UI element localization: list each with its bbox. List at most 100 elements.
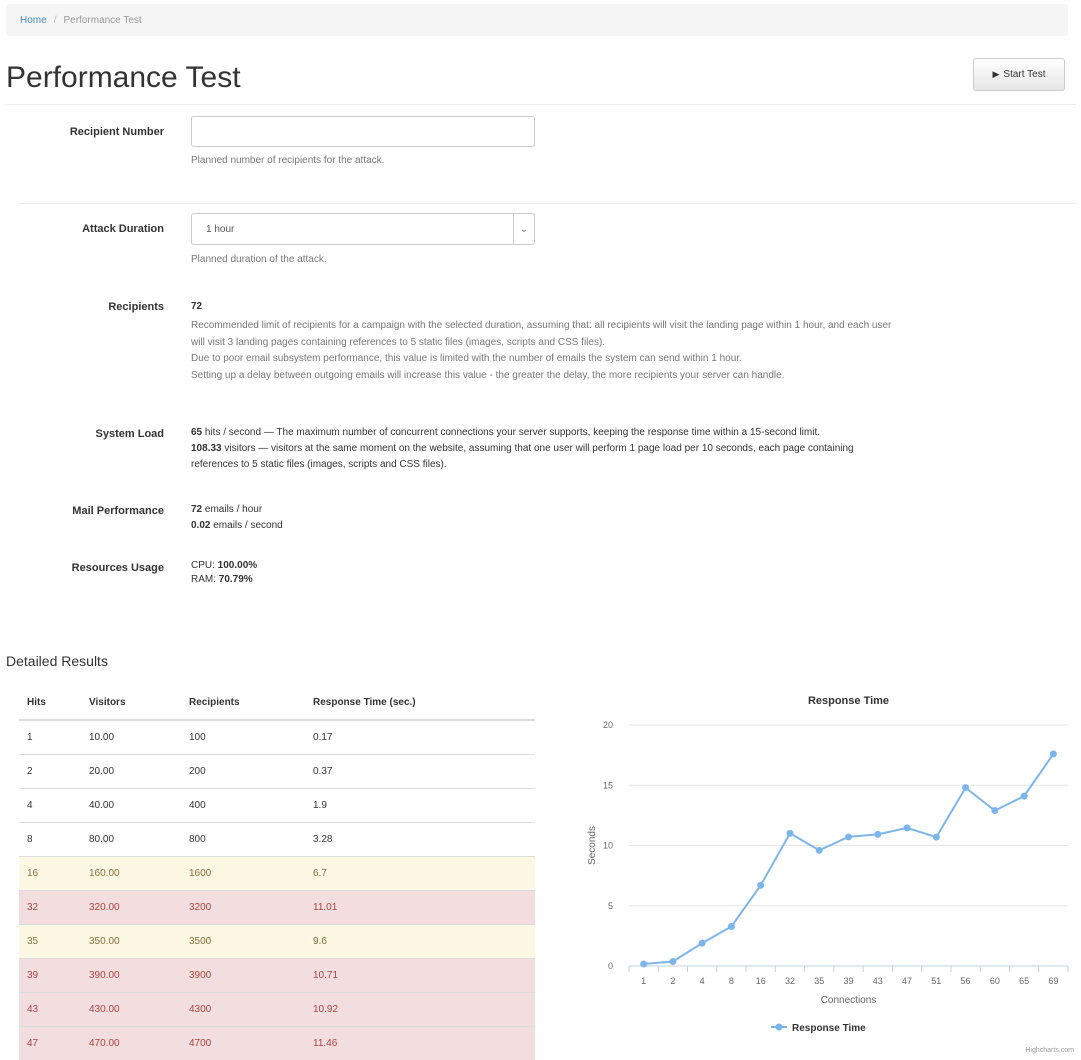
data-point: [962, 784, 970, 792]
mail-performance-label: Mail Performance: [72, 505, 164, 517]
attack-duration-label: Attack Duration: [82, 223, 164, 235]
x-axis-label: Connections: [821, 995, 877, 1006]
data-point: [874, 830, 882, 838]
table-cell: 32: [19, 889, 81, 924]
attack-duration-value: 1 hour: [206, 223, 235, 235]
table-cell: 80.00: [81, 821, 181, 856]
y-tick-label: 0: [608, 961, 613, 971]
table-cell: 470.00: [81, 1025, 181, 1060]
data-point: [845, 833, 852, 841]
mail-performance-value: 72 emails / hour 0.02 emails / second: [191, 502, 283, 534]
table-cell: 20.00: [81, 753, 181, 788]
system-load-value: 65 hits / second — The maximum number of…: [191, 425, 1071, 473]
x-tick-label: 32: [785, 976, 795, 986]
x-tick-label: 8: [729, 976, 734, 986]
x-tick-label: 47: [902, 976, 912, 986]
ram-usage: RAM: 70.79%: [191, 574, 253, 585]
legend-swatch-marker: [775, 1023, 783, 1031]
table-header-row: Hits Visitors Recipients Response Time (…: [19, 686, 535, 721]
table-cell: 4300: [181, 991, 305, 1026]
table-cell: 6.7: [305, 855, 535, 890]
table-cell: 10.00: [81, 719, 181, 754]
data-point: [640, 960, 648, 968]
table-cell: 0.37: [305, 753, 535, 788]
table-cell: 2: [19, 753, 81, 788]
y-tick-label: 20: [603, 720, 613, 730]
resources-usage-value: CPU: 100.00% RAM: 70.79%: [191, 559, 257, 587]
table-row: 1 10.00 100 0.17: [19, 719, 535, 754]
x-tick-label: 51: [931, 976, 941, 986]
table-cell: 35: [19, 923, 81, 958]
table-cell: 10.92: [305, 991, 535, 1026]
column-header: Recipients: [181, 686, 305, 721]
start-test-button[interactable]: ▶ Start Test: [973, 58, 1065, 91]
resources-usage-label: Resources Usage: [71, 562, 164, 574]
x-tick-label: 4: [700, 976, 705, 986]
chart-title: Response Time: [808, 695, 889, 707]
table-cell: 3500: [181, 923, 305, 958]
emails-per-hour: 72 emails / hour: [191, 504, 263, 515]
attack-duration-select[interactable]: 1 hour ⌄: [191, 213, 535, 245]
visitors-count: 108.33 visitors — visitors at the same m…: [191, 443, 854, 454]
recipients-description-line: will visit 3 landing pages containing re…: [191, 336, 606, 348]
table-cell: 320.00: [81, 889, 181, 924]
table-row: 32 320.00 3200 11.01: [19, 889, 535, 924]
data-point: [727, 922, 735, 930]
table-row: 8 80.00 800 3.28: [19, 821, 535, 856]
recipients-value: 72: [191, 301, 203, 312]
table-cell: 16: [19, 855, 81, 890]
y-tick-label: 15: [603, 780, 613, 790]
data-point: [932, 833, 940, 841]
recipient-number-input[interactable]: [191, 116, 535, 147]
response-time-chart-svg: Response Time051015201 2 4 8 16 32 35 39 43 47 51 5…: [587, 695, 1074, 1054]
table-cell: 43: [19, 991, 81, 1026]
table-row: 2 20.00 200 0.37: [19, 753, 535, 788]
table-cell: 350.00: [81, 923, 181, 958]
play-icon: ▶: [992, 69, 1000, 79]
table-cell: 430.00: [81, 991, 181, 1026]
table-cell: 3200: [181, 889, 305, 924]
data-point: [698, 939, 706, 947]
x-tick-label: 43: [873, 976, 883, 986]
table-cell: 39: [19, 957, 81, 992]
legend-item-label: Response Time: [792, 1023, 866, 1034]
table-cell: 10.71: [305, 957, 535, 992]
table-cell: 390.00: [81, 957, 181, 992]
form-divider: [19, 203, 1076, 204]
x-tick-label: 69: [1048, 976, 1058, 986]
x-tick-label: 16: [756, 976, 766, 986]
table-cell: 1600: [181, 855, 305, 890]
column-header: Response Time (sec.): [305, 686, 535, 721]
table-cell: 3900: [181, 957, 305, 992]
x-tick-label: 56: [961, 976, 971, 986]
recipient-number-help: Planned number of recipients for the att…: [191, 155, 385, 166]
table-cell: 8: [19, 821, 81, 856]
recipients-description: Recommended limit of recipients for a ca…: [191, 318, 1076, 384]
hits-per-second: 65 hits / second — The maximum number of…: [191, 427, 821, 438]
x-tick-label: 65: [1019, 976, 1029, 986]
chart-credits: Highcharts.com: [1025, 1047, 1074, 1054]
table-row: 4 40.00 400 1.9: [19, 787, 535, 822]
page-title: Performance Test: [6, 61, 241, 94]
breadcrumb-home-link[interactable]: Home: [20, 15, 47, 26]
chevron-down-icon: ⌄: [513, 214, 534, 244]
cpu-usage: CPU: 100.00%: [191, 560, 258, 571]
data-point: [1049, 750, 1057, 758]
breadcrumb: Home / Performance Test: [6, 4, 1068, 36]
detailed-results-title: Detailed Results: [6, 653, 108, 669]
breadcrumb-current: Performance Test: [63, 14, 142, 26]
data-point: [815, 846, 823, 854]
table-cell: 400: [181, 787, 305, 822]
x-tick-label: 60: [990, 976, 1000, 986]
table-cell: 160.00: [81, 855, 181, 890]
start-test-label: Start Test: [1003, 69, 1046, 80]
table-cell: 0.17: [305, 719, 535, 754]
recipients-description-line: Due to poor email subsystem performance,…: [191, 353, 742, 364]
y-axis-label: Seconds: [587, 826, 598, 865]
y-tick-label: 5: [608, 901, 613, 911]
table-cell: 100: [181, 719, 305, 754]
data-point: [786, 829, 794, 837]
results-table: Hits Visitors Recipients Response Time (…: [19, 686, 535, 1060]
table-row: 43 430.00 4300 10.92: [19, 991, 535, 1026]
column-header: Visitors: [81, 686, 181, 721]
